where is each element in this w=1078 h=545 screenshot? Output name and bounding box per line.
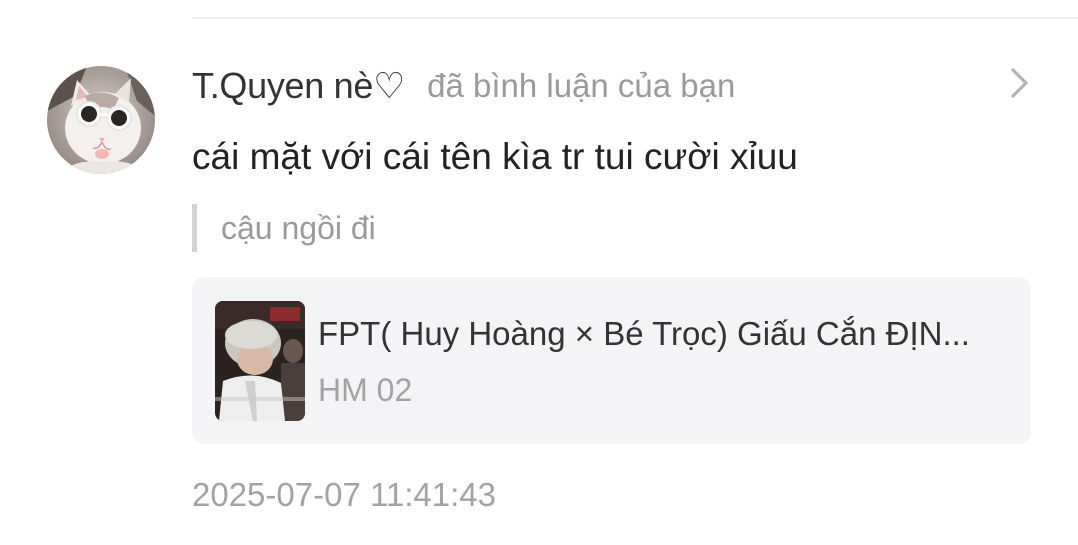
user-avatar[interactable] xyxy=(47,66,155,174)
video-card[interactable]: FPT( Huy Hoàng × Bé Trọc) Giấu Cắn ĐỊN..… xyxy=(192,277,1031,444)
notification-header: T.Quyen nè♡ đã bình luận của bạn xyxy=(192,62,735,110)
action-text: đã bình luận của bạn xyxy=(427,67,736,104)
notification-item[interactable]: T.Quyen nè♡ đã bình luận của bạn cái mặt… xyxy=(0,0,1078,545)
chevron-right-icon[interactable] xyxy=(1004,66,1034,100)
quote-bar xyxy=(192,204,197,252)
video-thumbnail-icon xyxy=(215,301,305,421)
quoted-reply-text: cậu ngồi đi xyxy=(221,209,376,246)
divider xyxy=(192,17,1078,19)
video-title: FPT( Huy Hoàng × Bé Trọc) Giấu Cắn ĐỊN..… xyxy=(318,315,970,352)
comment-text: cái mặt với cái tên kìa tr tui cười xỉuu xyxy=(192,136,798,177)
cat-avatar-icon xyxy=(47,66,155,174)
user-name[interactable]: T.Quyen nè♡ xyxy=(192,65,405,107)
quoted-reply: cậu ngồi đi xyxy=(192,204,376,252)
video-thumbnail[interactable] xyxy=(215,301,305,421)
video-author: HM 02 xyxy=(318,372,413,408)
timestamp: 2025-07-07 11:41:43 xyxy=(192,476,496,513)
